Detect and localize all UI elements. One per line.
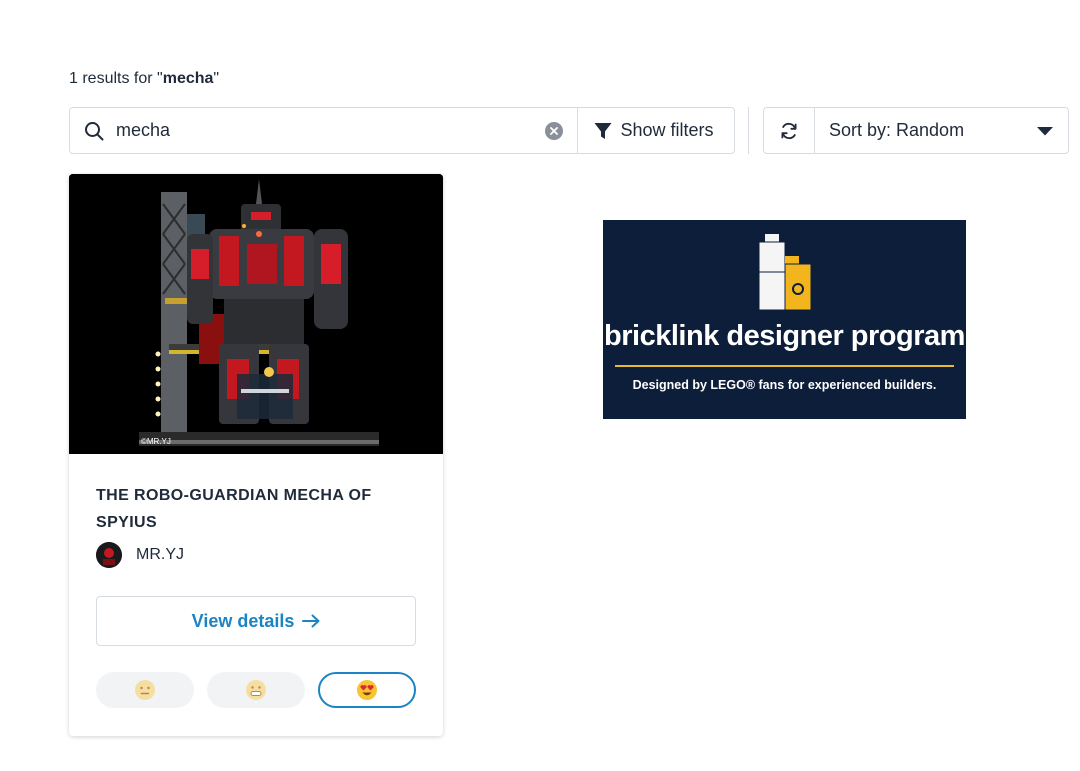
sort-label: Sort by: Random [829, 120, 965, 140]
brick-logo-icon [758, 234, 812, 311]
refresh-button[interactable] [764, 108, 815, 153]
banner-tagline: Designed by LEGO® fans for experienced b… [632, 378, 937, 392]
arrow-right-icon [302, 614, 320, 628]
search-bar: Show filters [69, 107, 735, 154]
avatar [96, 542, 122, 568]
toolbar-divider [748, 107, 749, 154]
results-query: mecha [162, 70, 214, 87]
product-card: ©MR.YJ THE ROBO-GUARDIAN MECHA OF SPYIUS… [69, 174, 443, 736]
grinning-face-icon [246, 680, 266, 700]
chevron-down-icon [1037, 126, 1053, 135]
sort-select[interactable]: Sort by: Random [815, 108, 1068, 153]
results-suffix: " [213, 70, 220, 87]
refresh-icon [781, 122, 797, 139]
search-input[interactable] [70, 108, 577, 153]
search-input-wrap [70, 108, 578, 153]
view-details-button[interactable]: View details [96, 596, 416, 646]
search-icon [85, 122, 104, 141]
reaction-neutral-button[interactable] [96, 672, 194, 708]
show-filters-button[interactable]: Show filters [578, 108, 734, 153]
show-filters-label: Show filters [620, 120, 714, 140]
heart-eyes-face-icon [357, 680, 377, 700]
reaction-grinning-button[interactable] [207, 672, 305, 708]
product-title[interactable]: THE ROBO-GUARDIAN MECHA OF SPYIUS [96, 482, 416, 536]
author-link[interactable]: MR.YJ [96, 542, 184, 568]
reaction-heart-eyes-button[interactable] [318, 672, 416, 708]
neutral-face-icon [135, 680, 155, 700]
bricklink-designer-banner[interactable]: bricklink designer program Designed by L… [603, 220, 966, 419]
sort-group: Sort by: Random [763, 107, 1069, 154]
image-watermark: ©MR.YJ [141, 437, 171, 446]
product-image[interactable]: ©MR.YJ [69, 174, 443, 454]
author-name: MR.YJ [136, 546, 184, 563]
reaction-bar [96, 672, 416, 708]
banner-divider [615, 365, 954, 367]
view-details-label: View details [191, 610, 295, 631]
clear-icon[interactable] [545, 122, 563, 140]
results-prefix: 1 results for " [69, 70, 163, 87]
filter-icon [594, 122, 612, 139]
results-count: 1 results for "mecha" [69, 70, 219, 88]
banner-title: bricklink designer program [604, 320, 965, 352]
